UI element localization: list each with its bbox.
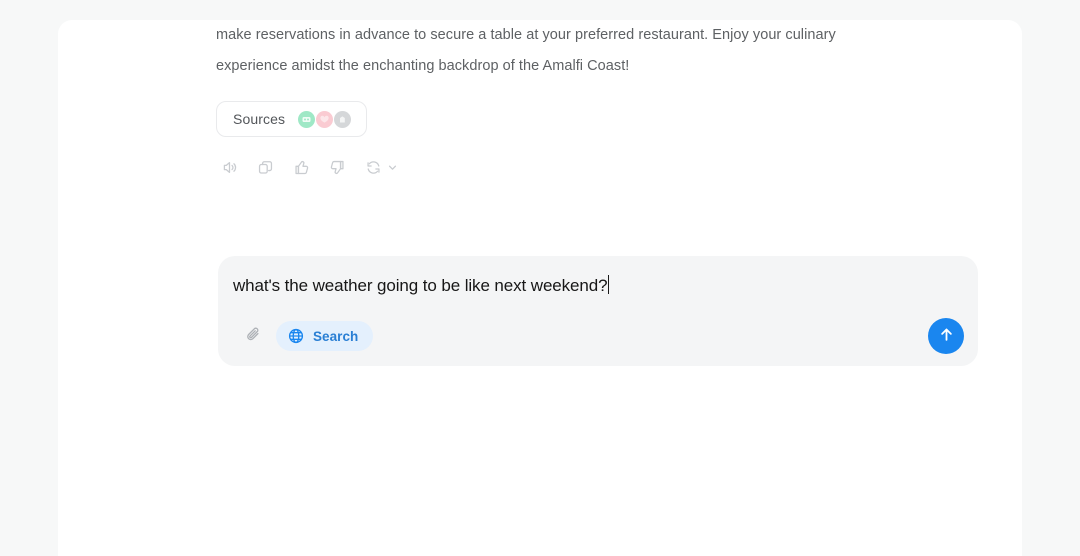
composer-toolbar: Search — [232, 316, 964, 356]
paperclip-icon — [244, 325, 263, 347]
refresh-icon — [362, 156, 384, 178]
thumbs-up-button[interactable] — [290, 156, 312, 178]
assistant-message-text: make reservations in advance to secure a… — [216, 27, 836, 74]
composer-input-value: what's the weather going to be like next… — [233, 276, 608, 295]
thumbs-down-icon — [329, 159, 346, 176]
chat-panel: make reservations in advance to secure a… — [58, 20, 1022, 556]
assistant-message: make reservations in advance to secure a… — [216, 20, 916, 178]
message-composer[interactable]: what's the weather going to be like next… — [218, 256, 978, 366]
sources-favicon-stack — [298, 110, 352, 128]
arrow-up-icon — [937, 325, 956, 347]
thumbs-down-button[interactable] — [326, 156, 348, 178]
source-favicon-pink — [316, 110, 334, 128]
text-caret — [607, 275, 610, 294]
sources-label: Sources — [233, 111, 286, 127]
send-button[interactable] — [928, 318, 964, 354]
source-favicon-green — [298, 110, 316, 128]
copy-icon — [257, 159, 274, 176]
composer-input-row[interactable]: what's the weather going to be like next… — [232, 274, 960, 318]
read-aloud-button[interactable] — [218, 156, 240, 178]
regenerate-button[interactable] — [362, 156, 399, 178]
search-toggle-button[interactable]: Search — [276, 321, 374, 351]
attach-file-button[interactable] — [238, 321, 268, 351]
copy-button[interactable] — [254, 156, 276, 178]
chevron-down-icon — [386, 161, 399, 174]
sources-chip[interactable]: Sources — [216, 101, 368, 137]
speaker-icon — [221, 159, 238, 176]
thumbs-up-icon — [293, 159, 310, 176]
message-action-row — [216, 156, 916, 178]
source-favicon-gray — [334, 110, 352, 128]
globe-icon — [287, 327, 305, 345]
search-toggle-label: Search — [313, 328, 359, 344]
composer-input[interactable]: what's the weather going to be like next… — [233, 274, 610, 298]
